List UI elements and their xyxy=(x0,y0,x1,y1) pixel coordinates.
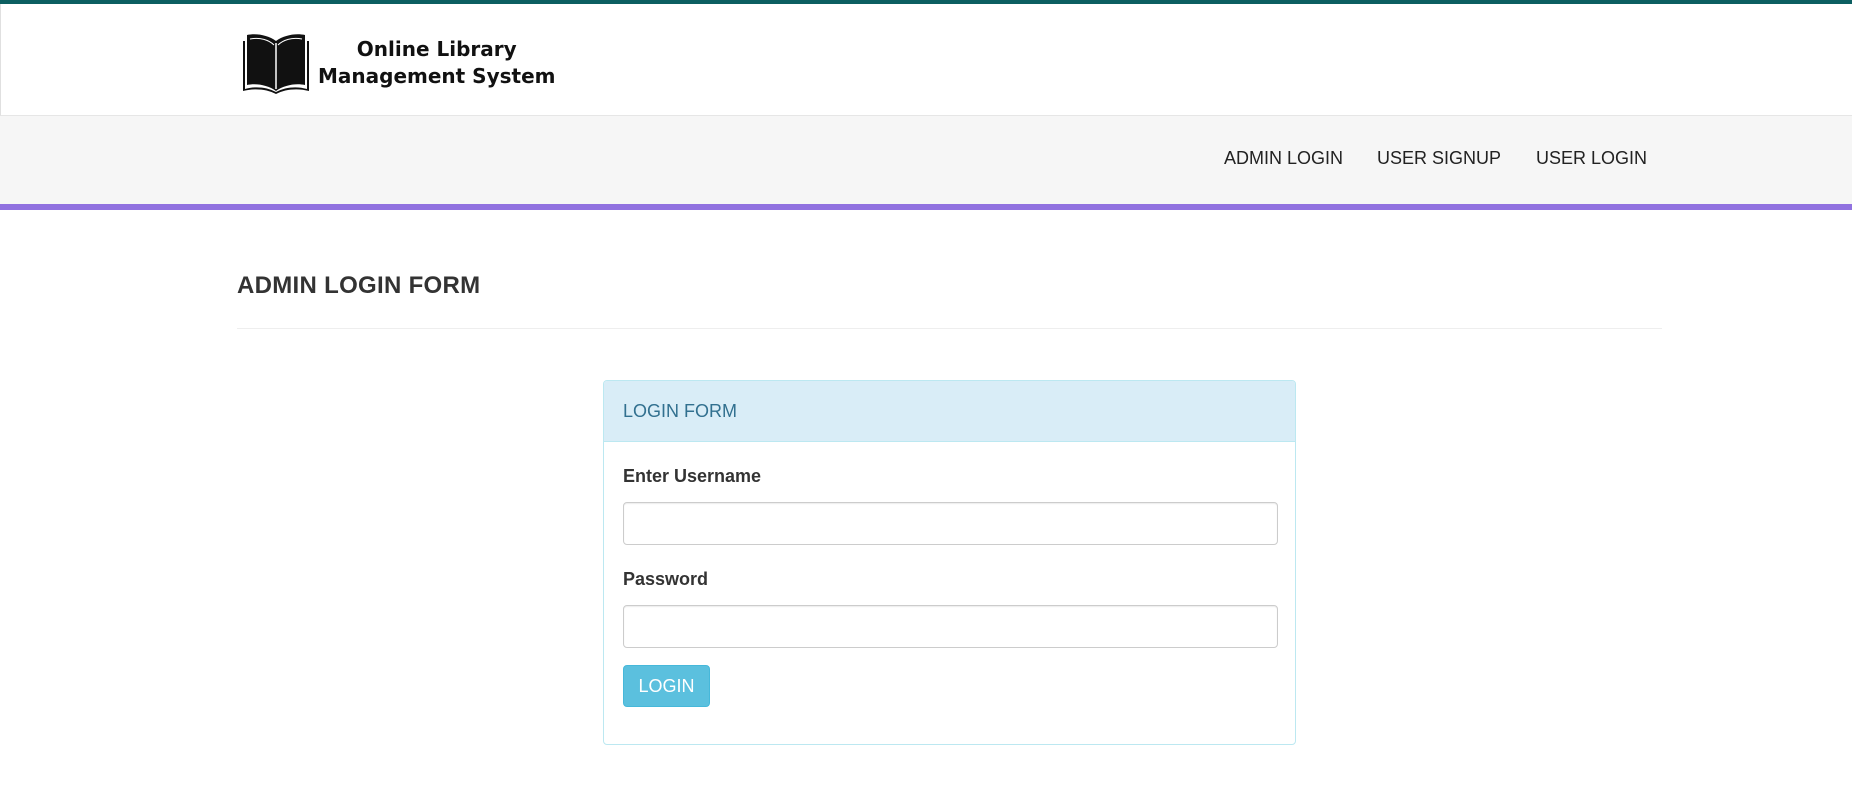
nav-user-login[interactable]: USER LOGIN xyxy=(1536,148,1647,169)
username-input[interactable] xyxy=(623,502,1278,545)
login-button[interactable]: LOGIN xyxy=(623,665,710,707)
site-title: Online Library Management System xyxy=(318,36,556,90)
password-input[interactable] xyxy=(623,605,1278,648)
site-logo[interactable]: Online Library Management System xyxy=(242,31,556,95)
title-divider xyxy=(237,328,1662,329)
password-label: Password xyxy=(623,569,709,589)
main-navbar: ADMIN LOGIN USER SIGNUP USER LOGIN xyxy=(0,116,1852,204)
nav-user-signup[interactable]: USER SIGNUP xyxy=(1377,148,1501,169)
username-label: Enter Username xyxy=(623,466,762,486)
nav-admin-login[interactable]: ADMIN LOGIN xyxy=(1224,148,1343,169)
login-panel: LOGIN FORM Enter Username Password LOGIN xyxy=(603,380,1296,745)
book-icon xyxy=(243,34,309,94)
site-title-line2: Management System xyxy=(318,64,556,88)
site-title-line1: Online Library xyxy=(356,37,517,61)
navbar-accent-bar xyxy=(0,204,1852,210)
panel-heading: LOGIN FORM xyxy=(604,381,1295,442)
site-header: Online Library Management System xyxy=(0,4,1852,116)
page-title: ADMIN LOGIN FORM xyxy=(237,272,481,299)
